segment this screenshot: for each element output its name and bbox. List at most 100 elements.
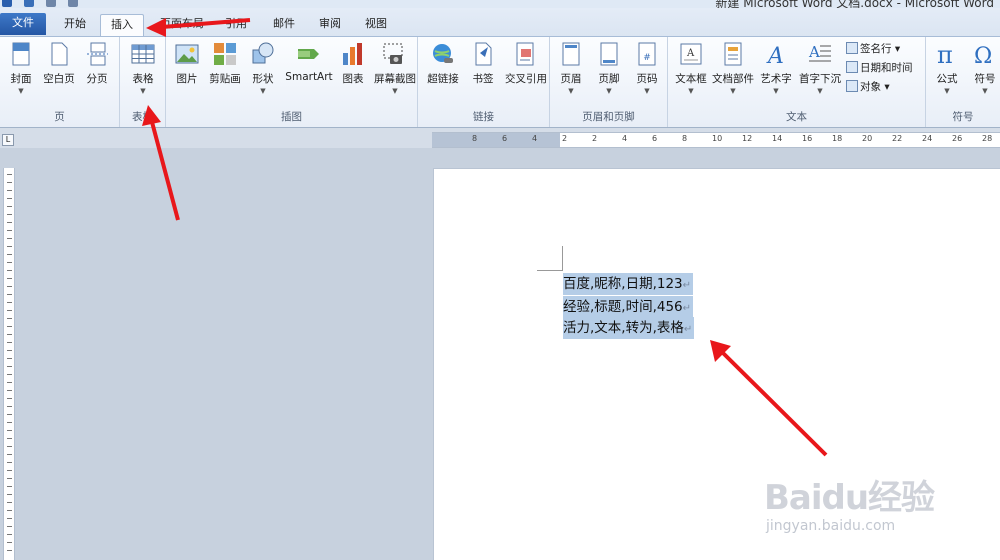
- text-box-button[interactable]: A 文本框 ▼: [672, 41, 710, 95]
- document-line[interactable]: 百度,昵称,日期,123↵: [563, 273, 694, 295]
- group-tables: 表格 ▼ 表格: [120, 37, 166, 127]
- tab-view[interactable]: 视图: [356, 14, 396, 36]
- ruler-tick-label: 24: [922, 134, 933, 143]
- cover-page-button[interactable]: 封面 ▼: [2, 41, 40, 95]
- chart-icon: [343, 43, 362, 65]
- drop-cap-button[interactable]: A 首字下沉 ▼: [798, 41, 842, 95]
- quick-parts-button[interactable]: 文档部件 ▼: [712, 41, 754, 95]
- ruler-tick: [7, 454, 12, 455]
- group-label-illustrations: 插图: [281, 111, 302, 123]
- text-box-icon: A: [680, 43, 702, 65]
- ruler-tick: [7, 318, 12, 319]
- calendar-icon: [846, 61, 858, 73]
- ruler-tick-label: 14: [772, 134, 783, 143]
- title-bar: 新建 Microsoft Word 文档.docx - Microsoft Wo…: [0, 0, 1000, 8]
- chevron-down-icon: ▼: [773, 87, 779, 95]
- ruler-tick: [7, 374, 12, 375]
- omega-icon: Ω: [974, 44, 992, 67]
- ruler-tick: [7, 278, 12, 279]
- table-button[interactable]: 表格 ▼: [124, 41, 162, 95]
- ruler-tick: [7, 534, 12, 535]
- date-time-button[interactable]: 日期和时间: [846, 60, 913, 77]
- page-break-icon: [87, 42, 108, 66]
- tab-mailings[interactable]: 邮件: [264, 14, 304, 36]
- paragraph-mark: ↵: [682, 280, 692, 291]
- header-button[interactable]: 页眉 ▼: [552, 41, 590, 95]
- table-icon: [131, 44, 155, 64]
- chevron-down-icon: ▼: [392, 87, 398, 95]
- document-line[interactable]: 活力,文本,转为,表格↵: [563, 317, 695, 339]
- chart-button[interactable]: 图表: [334, 41, 372, 86]
- ruler-tick-label: 4: [532, 134, 538, 143]
- document-line[interactable]: 经验,标题,时间,456↵: [563, 296, 694, 318]
- clip-art-button[interactable]: 剪贴画: [206, 41, 244, 86]
- undo-icon[interactable]: [46, 0, 56, 7]
- vertical-ruler[interactable]: [3, 168, 15, 560]
- baidu-watermark: Baidu经验 jingyan.baidu.com: [760, 470, 990, 550]
- tab-page-layout[interactable]: 页面布局: [152, 14, 212, 36]
- drop-cap-icon: A: [808, 43, 831, 62]
- group-pages: 封面 ▼ 空白页 分页 页: [0, 37, 120, 127]
- ruler-tick: [7, 462, 12, 463]
- blank-page-icon: [51, 42, 68, 66]
- footer-icon: [600, 42, 618, 66]
- redo-icon[interactable]: [68, 0, 78, 7]
- blank-page-button[interactable]: 空白页: [40, 41, 78, 86]
- cross-reference-button[interactable]: 交叉引用: [504, 41, 548, 86]
- ruler-tick: [7, 366, 12, 367]
- tab-review[interactable]: 审阅: [310, 14, 350, 36]
- tab-home[interactable]: 开始: [54, 14, 96, 36]
- footer-button[interactable]: 页脚 ▼: [590, 41, 628, 95]
- horizontal-ruler[interactable]: 8 6 4 2 2 4 6 8 10 12 14 16 18 20 22 24 26 28: [432, 132, 1000, 148]
- ribbon-tabs: 文件 开始 插入 页面布局 引用 邮件 审阅 视图: [0, 8, 1000, 37]
- group-text: A 文本框 ▼ 文档部件 ▼ A 艺术字 ▼ A 首字下沉 ▼ 签名行 ▾ 日期…: [668, 37, 926, 127]
- ruler-tick: [7, 326, 12, 327]
- svg-text:A: A: [808, 43, 820, 61]
- ruler-tick-label: 20: [862, 134, 873, 143]
- ruler-tick: [7, 334, 12, 335]
- ruler-tick-label: 4: [622, 134, 628, 143]
- svg-text:Ω: Ω: [974, 44, 992, 67]
- hyperlink-button[interactable]: 超链接: [424, 41, 462, 86]
- ruler-tick-label: 18: [832, 134, 843, 143]
- group-illustrations: 图片 剪贴画 形状 ▼ SmartArt 图表 屏幕截图 ▼ 插图: [166, 37, 418, 127]
- ruler-tick: [7, 358, 12, 359]
- picture-button[interactable]: 图片: [168, 41, 206, 86]
- chevron-down-icon: ▼: [18, 87, 24, 95]
- cross-reference-icon: [516, 42, 534, 66]
- chevron-down-icon: ▼: [568, 87, 574, 95]
- screenshot-button[interactable]: 屏幕截图 ▼: [372, 41, 418, 95]
- wordart-button[interactable]: A 艺术字 ▼: [756, 41, 796, 95]
- smartart-button[interactable]: SmartArt: [284, 41, 334, 83]
- group-label-header-footer: 页眉和页脚: [582, 111, 635, 123]
- page-number-button[interactable]: # 页码 ▼: [628, 41, 666, 95]
- save-icon[interactable]: [24, 0, 34, 7]
- ruler-tick: [7, 438, 12, 439]
- cover-page-icon: [12, 42, 30, 66]
- ruler-tick: [7, 494, 12, 495]
- tab-selector[interactable]: L: [2, 134, 14, 146]
- equation-button[interactable]: π 公式 ▼: [928, 41, 966, 95]
- ruler-tick: [7, 286, 12, 287]
- chevron-down-icon: ▼: [260, 87, 266, 95]
- bookmark-button[interactable]: 书签: [464, 41, 502, 86]
- signature-line-button[interactable]: 签名行 ▾: [846, 41, 900, 58]
- ruler-tick: [7, 206, 12, 207]
- tab-references[interactable]: 引用: [216, 14, 256, 36]
- ruler-tick: [7, 526, 12, 527]
- ruler-tick: [7, 262, 12, 263]
- equation-icon: π: [937, 41, 953, 67]
- ruler-tick: [7, 486, 12, 487]
- tab-insert[interactable]: 插入: [100, 14, 144, 37]
- clip-art-icon: [214, 43, 236, 65]
- shapes-button[interactable]: 形状 ▼: [244, 41, 282, 95]
- group-label-links: 链接: [473, 111, 494, 123]
- tab-file[interactable]: 文件: [0, 13, 46, 35]
- symbol-button[interactable]: Ω 符号 ▼: [966, 41, 1000, 95]
- ruler-tick-label: 10: [712, 134, 723, 143]
- ruler-tick: [7, 238, 12, 239]
- object-button[interactable]: 对象 ▾: [846, 79, 890, 96]
- page-break-button[interactable]: 分页: [78, 41, 116, 86]
- wordart-icon: A: [766, 44, 784, 67]
- ruler-tick: [7, 198, 12, 199]
